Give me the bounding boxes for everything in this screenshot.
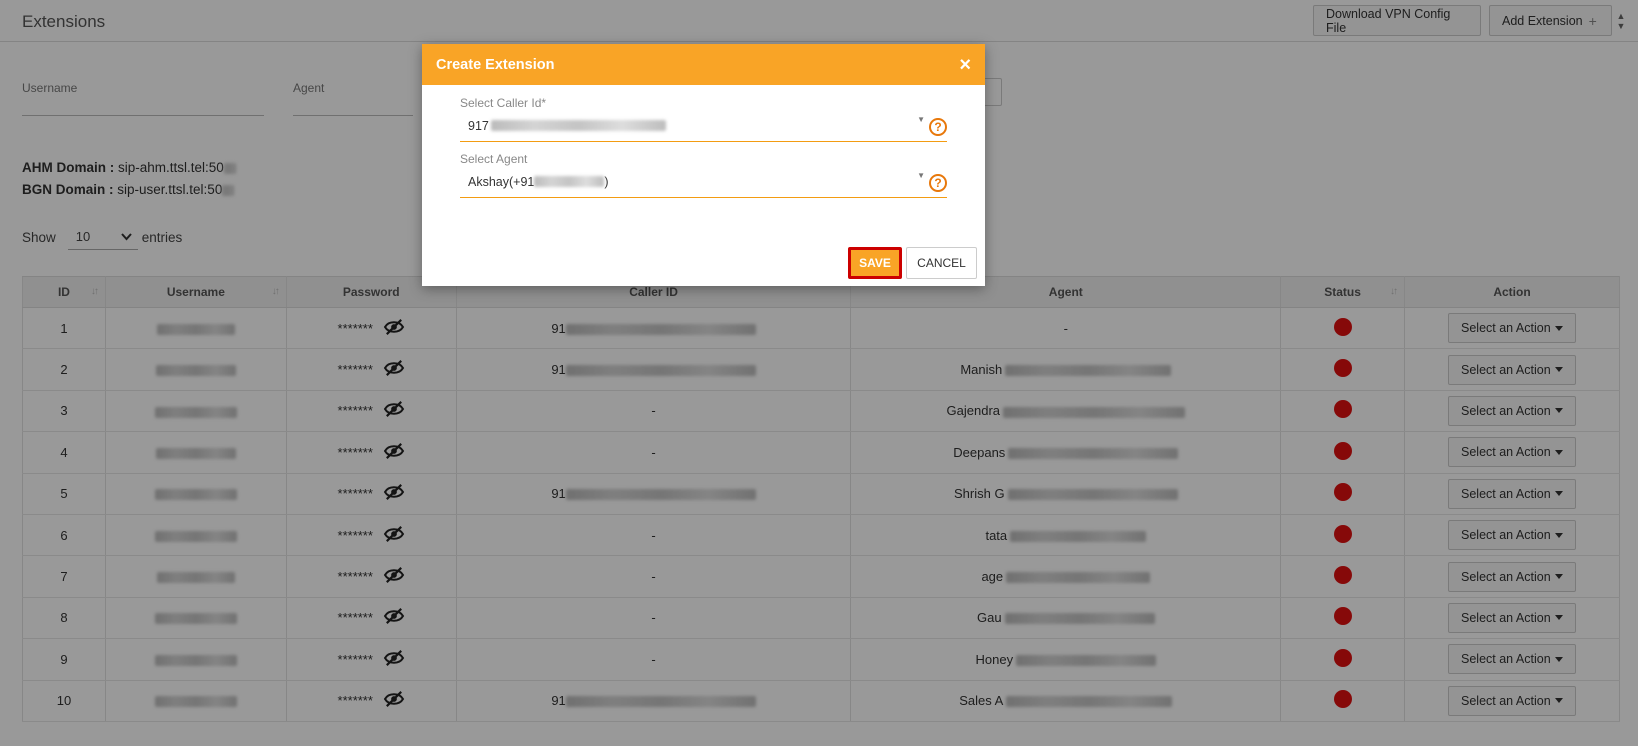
cancel-button[interactable]: CANCEL bbox=[906, 247, 977, 279]
caller-id-select[interactable]: 917 ▼ ? bbox=[460, 110, 947, 142]
dialog-header: Create Extension × bbox=[422, 44, 985, 85]
agent-value-suffix: ) bbox=[604, 174, 609, 189]
caller-id-field: Select Caller Id* 917 ▼ ? bbox=[460, 96, 947, 142]
redacted-text bbox=[490, 120, 666, 131]
agent-select[interactable]: Akshay(+91) ▼ ? bbox=[460, 166, 947, 198]
agent-value-prefix: Akshay(+91 bbox=[468, 174, 535, 189]
dropdown-arrow-icon[interactable]: ▼ bbox=[917, 115, 925, 124]
create-extension-dialog: Create Extension × Select Caller Id* 917… bbox=[422, 44, 985, 286]
save-button[interactable]: SAVE bbox=[848, 247, 902, 279]
help-icon[interactable]: ? bbox=[929, 118, 947, 136]
agent-field: Select Agent Akshay(+91) ▼ ? bbox=[460, 152, 947, 198]
dropdown-arrow-icon[interactable]: ▼ bbox=[917, 171, 925, 180]
close-icon[interactable]: × bbox=[959, 55, 971, 75]
dialog-title: Create Extension bbox=[436, 56, 555, 73]
caller-id-value: 917 bbox=[468, 118, 489, 133]
caller-id-label: Select Caller Id* bbox=[460, 96, 547, 110]
extensions-page: Extensions Download VPN Config File Add … bbox=[0, 0, 1638, 746]
agent-label: Select Agent bbox=[460, 152, 528, 166]
redacted-text bbox=[534, 176, 605, 187]
help-icon[interactable]: ? bbox=[929, 174, 947, 192]
